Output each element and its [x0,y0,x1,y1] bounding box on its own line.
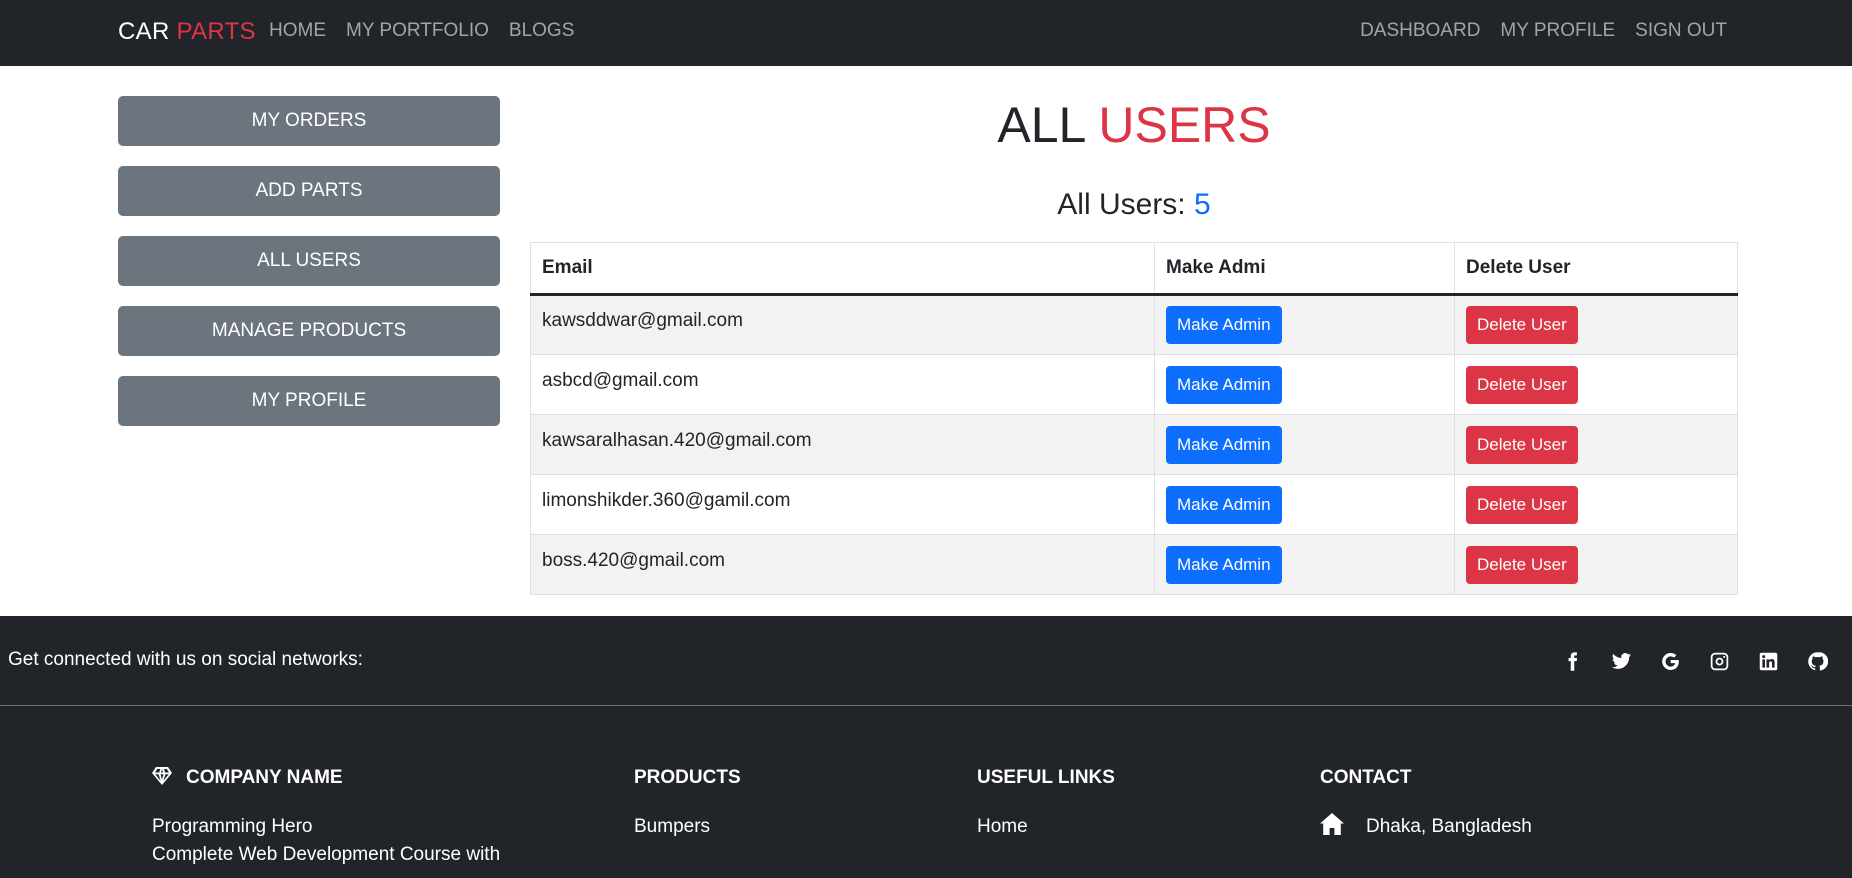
twitter-icon[interactable] [1609,649,1633,673]
table-row: kawsaralhasan.420@gmail.com Make Admin D… [530,414,1738,475]
nav-link-home[interactable]: HOME [269,20,326,42]
delete-user-cell: Delete User [1454,474,1738,535]
footer-company-line-1: Programming Hero [152,816,313,837]
table-row: kawsddwar@gmail.com Make Admin Delete Us… [530,294,1738,355]
table-row: boss.420@gmail.com Make Admin Delete Use… [530,534,1738,595]
table-row: asbcd@gmail.com Make Admin Delete User [530,354,1738,415]
email-cell: kawsaralhasan.420@gmail.com [530,414,1155,475]
make-admin-button[interactable]: Make Admin [1166,365,1282,404]
brand-main-text: CAR [118,18,170,45]
user-email: kawsddwar@gmail.com [542,310,743,331]
home-icon [1320,813,1344,835]
delete-user-button[interactable]: Delete User [1466,425,1578,464]
make-admin-button[interactable]: Make Admin [1166,545,1282,584]
nav-link-blogs[interactable]: BLOGS [509,20,574,42]
nav-link-my-portfolio[interactable]: MY PORTFOLIO [346,20,489,42]
footer-useful-links-column: USEFUL LINKS Home [977,767,1115,841]
brand-logo[interactable]: CAR PARTS [118,18,256,46]
make-admin-cell: Make Admin [1154,474,1455,535]
social-icons [1560,649,1829,673]
footer-company-heading-text: COMPANY NAME [186,767,343,788]
delete-user-cell: Delete User [1454,534,1738,595]
make-admin-cell: Make Admin [1154,294,1455,355]
footer-useful-link-home[interactable]: Home [977,813,1115,841]
page-title: ALL USERS [530,96,1738,154]
footer-company-heading: COMPANY NAME [152,767,500,789]
make-admin-button[interactable]: Make Admin [1166,306,1282,344]
footer-products-heading: PRODUCTS [634,767,741,788]
page-title-main: ALL [997,97,1085,153]
user-count-label: All Users: [1057,188,1186,221]
user-email: asbcd@gmail.com [542,369,699,391]
nav-link-sign-out[interactable]: SIGN OUT [1635,20,1727,42]
user-count-value: 5 [1194,188,1211,221]
nav-left-links: HOME MY PORTFOLIO BLOGS [269,20,574,42]
social-text: Get connected with us on social networks… [8,649,363,670]
linkedin-icon[interactable] [1756,649,1780,673]
github-icon[interactable] [1805,649,1829,673]
delete-user-button[interactable]: Delete User [1466,545,1578,584]
make-admin-cell: Make Admin [1154,414,1455,475]
user-email: kawsaralhasan.420@gmail.com [542,429,812,451]
make-admin-button[interactable]: Make Admin [1166,485,1282,524]
email-cell: boss.420@gmail.com [530,534,1155,595]
gem-icon [152,767,172,785]
top-navbar: CAR PARTS HOME MY PORTFOLIO BLOGS DASHBO… [0,0,1852,66]
delete-user-cell: Delete User [1454,354,1738,415]
page-title-accent: USERS [1098,97,1271,153]
nav-link-dashboard[interactable]: DASHBOARD [1360,20,1480,42]
header-email: Email [530,242,1155,296]
footer-products-column: PRODUCTS Bumpers [634,767,741,841]
delete-user-cell: Delete User [1454,294,1738,355]
email-cell: asbcd@gmail.com [530,354,1155,415]
footer-company-line-2: Complete Web Development Course with [152,844,501,865]
dashboard-sidebar: MY ORDERS ADD PARTS ALL USERS MANAGE PRO… [118,96,500,446]
table-row: limonshikder.360@gamil.com Make Admin De… [530,474,1738,535]
footer-contact-column: CONTACT Dhaka, Bangladesh [1320,767,1532,841]
footer-contact-heading: CONTACT [1320,767,1412,788]
email-cell: kawsddwar@gmail.com [530,294,1155,355]
delete-user-button[interactable]: Delete User [1466,365,1578,404]
site-footer: Get connected with us on social networks… [0,616,1852,878]
user-email: limonshikder.360@gamil.com [542,489,791,511]
google-icon[interactable] [1658,649,1682,673]
table-header-row: Email Make Admi Delete User [530,242,1738,296]
make-admin-cell: Make Admin [1154,354,1455,415]
users-table: Email Make Admi Delete User kawsddwar@gm… [530,242,1738,595]
user-count: All Users: 5 [530,188,1738,222]
sidebar-all-users-button[interactable]: ALL USERS [118,236,500,286]
footer-contact-address: Dhaka, Bangladesh [1320,813,1532,841]
facebook-icon[interactable] [1560,649,1584,673]
sidebar-manage-products-button[interactable]: MANAGE PRODUCTS [118,306,500,356]
header-make-admin: Make Admi [1154,242,1455,296]
header-delete-user: Delete User [1454,242,1738,296]
social-bar: Get connected with us on social networks… [0,616,1852,706]
footer-company-column: COMPANY NAME Programming Hero Complete W… [152,767,500,869]
instagram-icon[interactable] [1707,649,1731,673]
brand-accent-text: PARTS [176,18,256,45]
footer-address-text: Dhaka, Bangladesh [1366,816,1532,837]
footer-product-link[interactable]: Bumpers [634,813,741,841]
nav-link-my-profile[interactable]: MY PROFILE [1500,20,1615,42]
make-admin-cell: Make Admin [1154,534,1455,595]
footer-useful-links-heading: USEFUL LINKS [977,767,1115,788]
sidebar-add-parts-button[interactable]: ADD PARTS [118,166,500,216]
make-admin-button[interactable]: Make Admin [1166,425,1282,464]
delete-user-cell: Delete User [1454,414,1738,475]
nav-right-links: DASHBOARD MY PROFILE SIGN OUT [1360,20,1727,42]
email-cell: limonshikder.360@gamil.com [530,474,1155,535]
delete-user-button[interactable]: Delete User [1466,485,1578,524]
user-email: boss.420@gmail.com [542,549,725,571]
sidebar-my-profile-button[interactable]: MY PROFILE [118,376,500,426]
sidebar-my-orders-button[interactable]: MY ORDERS [118,96,500,146]
delete-user-button[interactable]: Delete User [1466,306,1578,344]
